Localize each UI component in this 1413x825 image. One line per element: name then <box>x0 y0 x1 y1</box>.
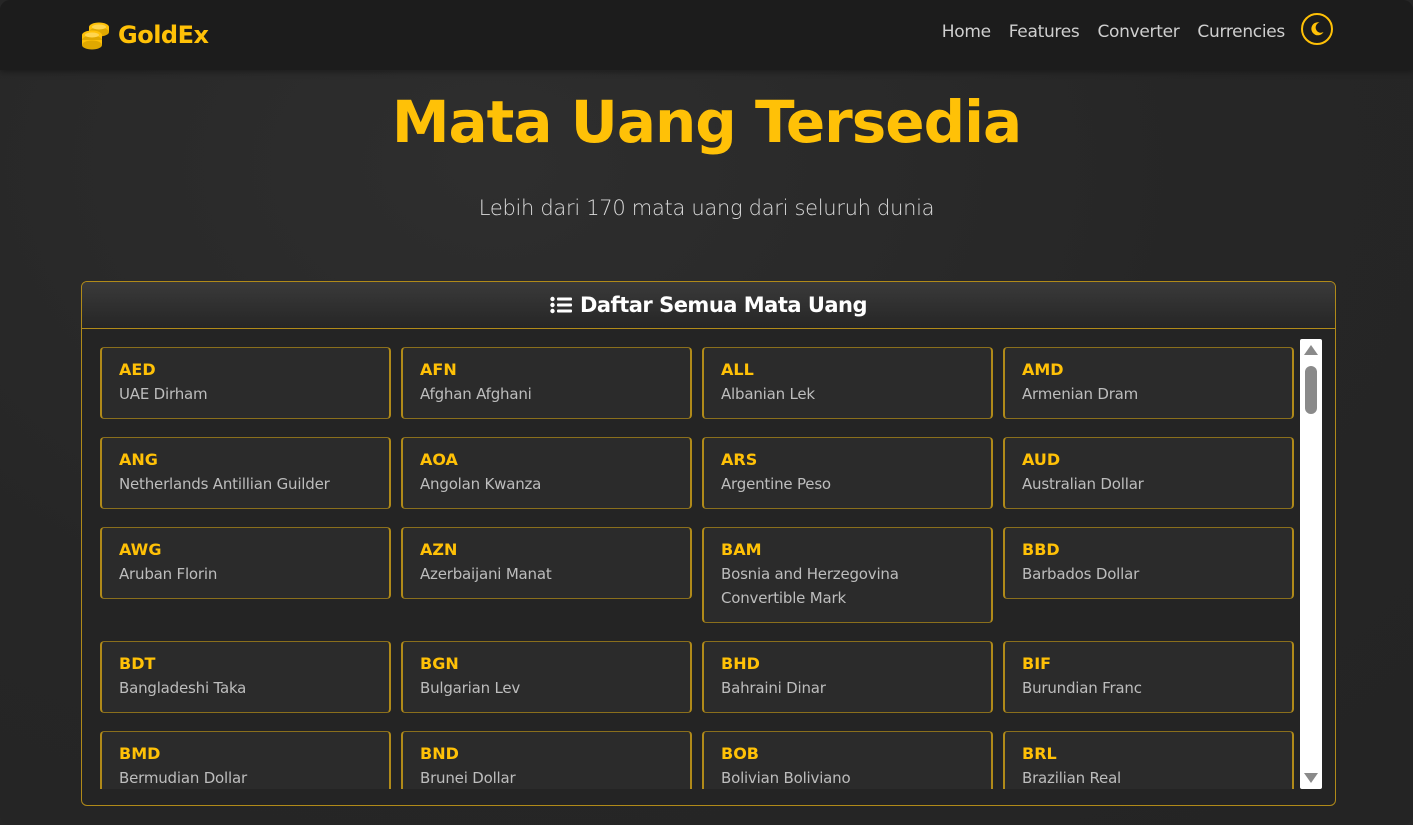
currency-card[interactable]: BGN Bulgarian Lev <box>401 641 692 713</box>
scroll-thumb[interactable] <box>1305 366 1317 414</box>
currency-name: Australian Dollar <box>1022 475 1144 493</box>
coins-icon <box>82 22 109 50</box>
currency-name: Bahraini Dinar <box>721 679 826 697</box>
panel-title: Daftar Semua Mata Uang <box>579 293 868 317</box>
currency-card[interactable]: BIF Burundian Franc <box>1003 641 1294 713</box>
scroll-down-arrow-icon[interactable] <box>1304 773 1318 783</box>
vertical-scrollbar[interactable] <box>1300 339 1322 789</box>
currency-card[interactable]: BAM Bosnia and Herzegovina Convertible M… <box>702 527 993 623</box>
currency-code: AED <box>119 360 156 379</box>
currency-card[interactable]: ALL Albanian Lek <box>702 347 993 419</box>
app-window: GoldEx Home Features Converter Currencie… <box>0 0 1413 825</box>
moon-icon <box>1311 22 1324 36</box>
scroll-up-arrow-icon[interactable] <box>1304 345 1318 355</box>
currency-code: AOA <box>420 450 458 469</box>
currency-name: Bulgarian Lev <box>420 679 521 697</box>
nav-link-converter[interactable]: Converter <box>1097 22 1179 42</box>
list-icon <box>550 296 572 314</box>
currency-code: BHD <box>721 654 760 673</box>
currency-code: ALL <box>721 360 754 379</box>
nav-link-home[interactable]: Home <box>942 22 991 42</box>
currency-code: ANG <box>119 450 158 469</box>
currency-card[interactable]: AOA Angolan Kwanza <box>401 437 692 509</box>
currency-grid: AED UAE Dirham AFN Afghan Afghani ALL Al… <box>100 347 1295 789</box>
currency-card[interactable]: BBD Barbados Dollar <box>1003 527 1294 599</box>
currency-code: AZN <box>420 540 458 559</box>
currency-card[interactable]: BDT Bangladeshi Taka <box>100 641 391 713</box>
currency-name: Argentine Peso <box>721 475 831 493</box>
currency-code: BDT <box>119 654 156 673</box>
currency-name: Bolivian Boliviano <box>721 769 851 787</box>
brand-name: GoldEx <box>118 21 209 49</box>
panel-header: Daftar Semua Mata Uang <box>82 282 1335 329</box>
currency-code: BRL <box>1022 744 1057 763</box>
currency-code: AUD <box>1022 450 1061 469</box>
currency-scroll-area[interactable]: AED UAE Dirham AFN Afghan Afghani ALL Al… <box>100 347 1295 789</box>
currency-code: BMD <box>119 744 161 763</box>
currency-name: Bangladeshi Taka <box>119 679 247 697</box>
brand-logo[interactable]: GoldEx <box>80 18 209 52</box>
currency-card[interactable]: BHD Bahraini Dinar <box>702 641 993 713</box>
currency-code: AFN <box>420 360 457 379</box>
currency-code: BND <box>420 744 459 763</box>
currency-code: BAM <box>721 540 762 559</box>
currency-card[interactable]: BRL Brazilian Real <box>1003 731 1294 789</box>
currency-code: AWG <box>119 540 162 559</box>
currency-card[interactable]: BMD Bermudian Dollar <box>100 731 391 789</box>
page-title: Mata Uang Tersedia <box>391 88 1022 156</box>
currency-name: Armenian Dram <box>1022 385 1139 403</box>
currency-name: Bermudian Dollar <box>119 769 247 787</box>
currency-name: Angolan Kwanza <box>420 475 542 493</box>
currency-code: BBD <box>1022 540 1060 559</box>
nav-link-features[interactable]: Features <box>1009 22 1080 42</box>
currency-card[interactable]: ANG Netherlands Antillian Guilder <box>100 437 391 509</box>
currency-card[interactable]: BND Brunei Dollar <box>401 731 692 789</box>
nav-link-currencies[interactable]: Currencies <box>1197 22 1285 42</box>
currency-code: ARS <box>721 450 758 469</box>
currency-card[interactable]: AWG Aruban Florin <box>100 527 391 599</box>
navbar: GoldEx Home Features Converter Currencie… <box>0 0 1413 70</box>
currency-code: BOB <box>721 744 759 763</box>
currency-code: AMD <box>1022 360 1064 379</box>
currency-card[interactable]: BOB Bolivian Boliviano <box>702 731 993 789</box>
currency-card[interactable]: AUD Australian Dollar <box>1003 437 1294 509</box>
currency-name: Afghan Afghani <box>420 385 532 403</box>
currency-code: BIF <box>1022 654 1052 673</box>
currency-name: Netherlands Antillian Guilder <box>119 475 330 493</box>
page-subtitle: Lebih dari 170 mata uang dari seluruh du… <box>478 196 935 220</box>
currency-name: Burundian Franc <box>1022 679 1142 697</box>
currency-name: Azerbaijani Manat <box>420 565 552 583</box>
currency-name: Aruban Florin <box>119 565 218 583</box>
currency-card[interactable]: AMD Armenian Dram <box>1003 347 1294 419</box>
currency-name: Brazilian Real <box>1022 769 1122 787</box>
currency-code: BGN <box>420 654 459 673</box>
currency-card[interactable]: ARS Argentine Peso <box>702 437 993 509</box>
currency-card[interactable]: AFN Afghan Afghani <box>401 347 692 419</box>
currency-list-panel: Daftar Semua Mata Uang AED UAE Dirham AF… <box>81 281 1336 806</box>
currency-card[interactable]: AED UAE Dirham <box>100 347 391 419</box>
currency-name: Bosnia and Herzegovina Convertible Mark <box>721 565 899 607</box>
currency-name: Barbados Dollar <box>1022 565 1140 583</box>
currency-name: UAE Dirham <box>119 385 208 403</box>
currency-card[interactable]: AZN Azerbaijani Manat <box>401 527 692 599</box>
currency-name: Brunei Dollar <box>420 769 516 787</box>
theme-toggle-button[interactable] <box>1301 13 1333 45</box>
currency-name: Albanian Lek <box>721 385 815 403</box>
nav-links: Home Features Converter Currencies <box>942 22 1286 42</box>
